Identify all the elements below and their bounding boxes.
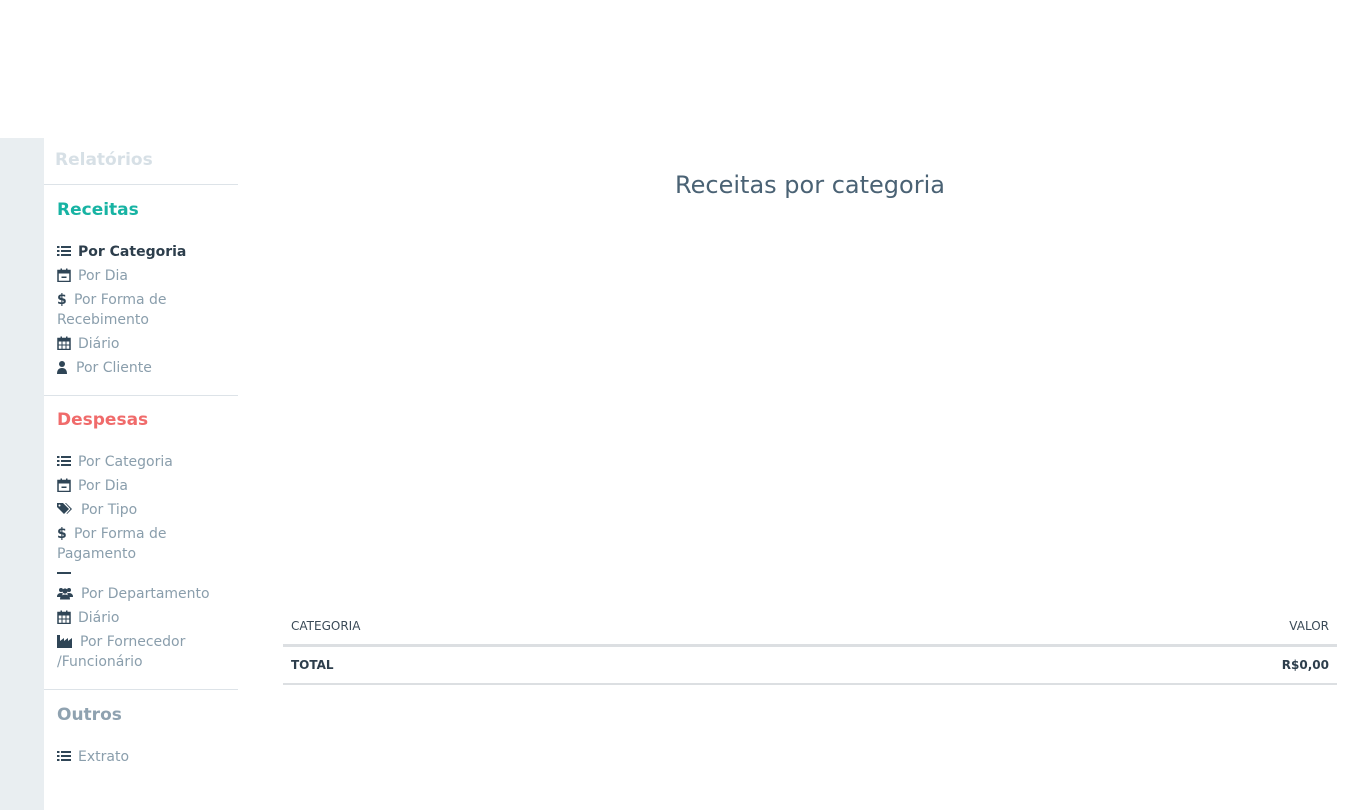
column-header-categoria: CATEGORIA [291,619,361,633]
divider [44,184,238,185]
table-header-row: CATEGORIA VALOR [283,612,1337,647]
nav-item-label: Por Forma de Recebimento [57,292,167,328]
page: Relatórios Receitas Por Categoria Por Di… [0,0,1367,810]
sidebar-title: Relatórios [55,150,153,170]
nav-item-label: Por Dia [78,268,128,284]
receitas-por-dia-link[interactable]: Por Dia [57,266,235,286]
dollar-icon: $ [57,526,67,542]
calendar-minus-icon [57,478,71,492]
outros-extrato-link[interactable]: Extrato [57,747,235,767]
calendar-icon [57,610,71,624]
nav-item-label: Extrato [78,749,130,765]
list-icon [57,244,71,258]
receitas-diario-link[interactable]: Diário [57,334,235,354]
calendar-minus-icon [57,268,71,282]
nav-item-label: Por Categoria [78,244,187,260]
despesas-por-dia-link[interactable]: Por Dia [57,476,235,496]
despesas-por-categoria-link[interactable]: Por Categoria [57,452,235,472]
nav-item-label: Por Categoria [78,454,173,470]
nav-item-label: Diário [78,610,120,626]
dollar-icon: $ [57,292,67,308]
report-table: CATEGORIA VALOR TOTAL R$0,00 [283,612,1337,685]
nav-item-label: Por Tipo [81,502,138,518]
list-icon [57,749,71,763]
tags-icon [57,502,73,516]
despesas-por-fornecedor-link[interactable]: Por Fornecedor /Funcionário [57,632,235,672]
nav-item-label: Por Fornecedor /Funcionário [57,634,186,670]
nav-item-label: Diário [78,336,120,352]
divider [44,395,238,396]
receitas-por-forma-link[interactable]: $ Por Forma de Recebimento [57,290,235,330]
users-icon [57,586,73,600]
receitas-por-categoria-link[interactable]: Por Categoria [57,242,235,262]
divider [44,689,238,690]
left-rail [0,138,44,810]
receitas-por-cliente-link[interactable]: Por Cliente [57,358,235,378]
sidebar: Relatórios Receitas Por Categoria Por Di… [44,138,238,810]
table-total-row: TOTAL R$0,00 [283,647,1337,685]
nav-item-label: Por Departamento [81,586,210,602]
nav-item-label: Por Cliente [76,360,152,376]
column-header-valor: VALOR [1289,619,1329,633]
user-icon [57,360,67,374]
page-title: Receitas por categoria [675,171,945,200]
clipped-nav-item [57,572,207,577]
despesas-por-forma-link[interactable]: $ Por Forma de Pagamento [57,524,235,564]
calendar-icon [57,336,71,350]
total-value: R$0,00 [1281,658,1329,672]
receitas-section-title: Receitas [57,200,139,220]
total-label: TOTAL [291,658,334,672]
outros-section-title: Outros [57,705,122,725]
calendar-icon [57,572,71,574]
despesas-diario-link[interactable]: Diário [57,608,235,628]
nav-item-label: Por Dia [78,478,128,494]
list-icon [57,454,71,468]
industry-icon [57,634,72,648]
despesas-por-departamento-link[interactable]: Por Departamento [57,584,235,604]
despesas-section-title: Despesas [57,410,149,430]
despesas-por-tipo-link[interactable]: Por Tipo [57,500,235,520]
nav-item-label: Por Forma de Pagamento [57,526,167,562]
